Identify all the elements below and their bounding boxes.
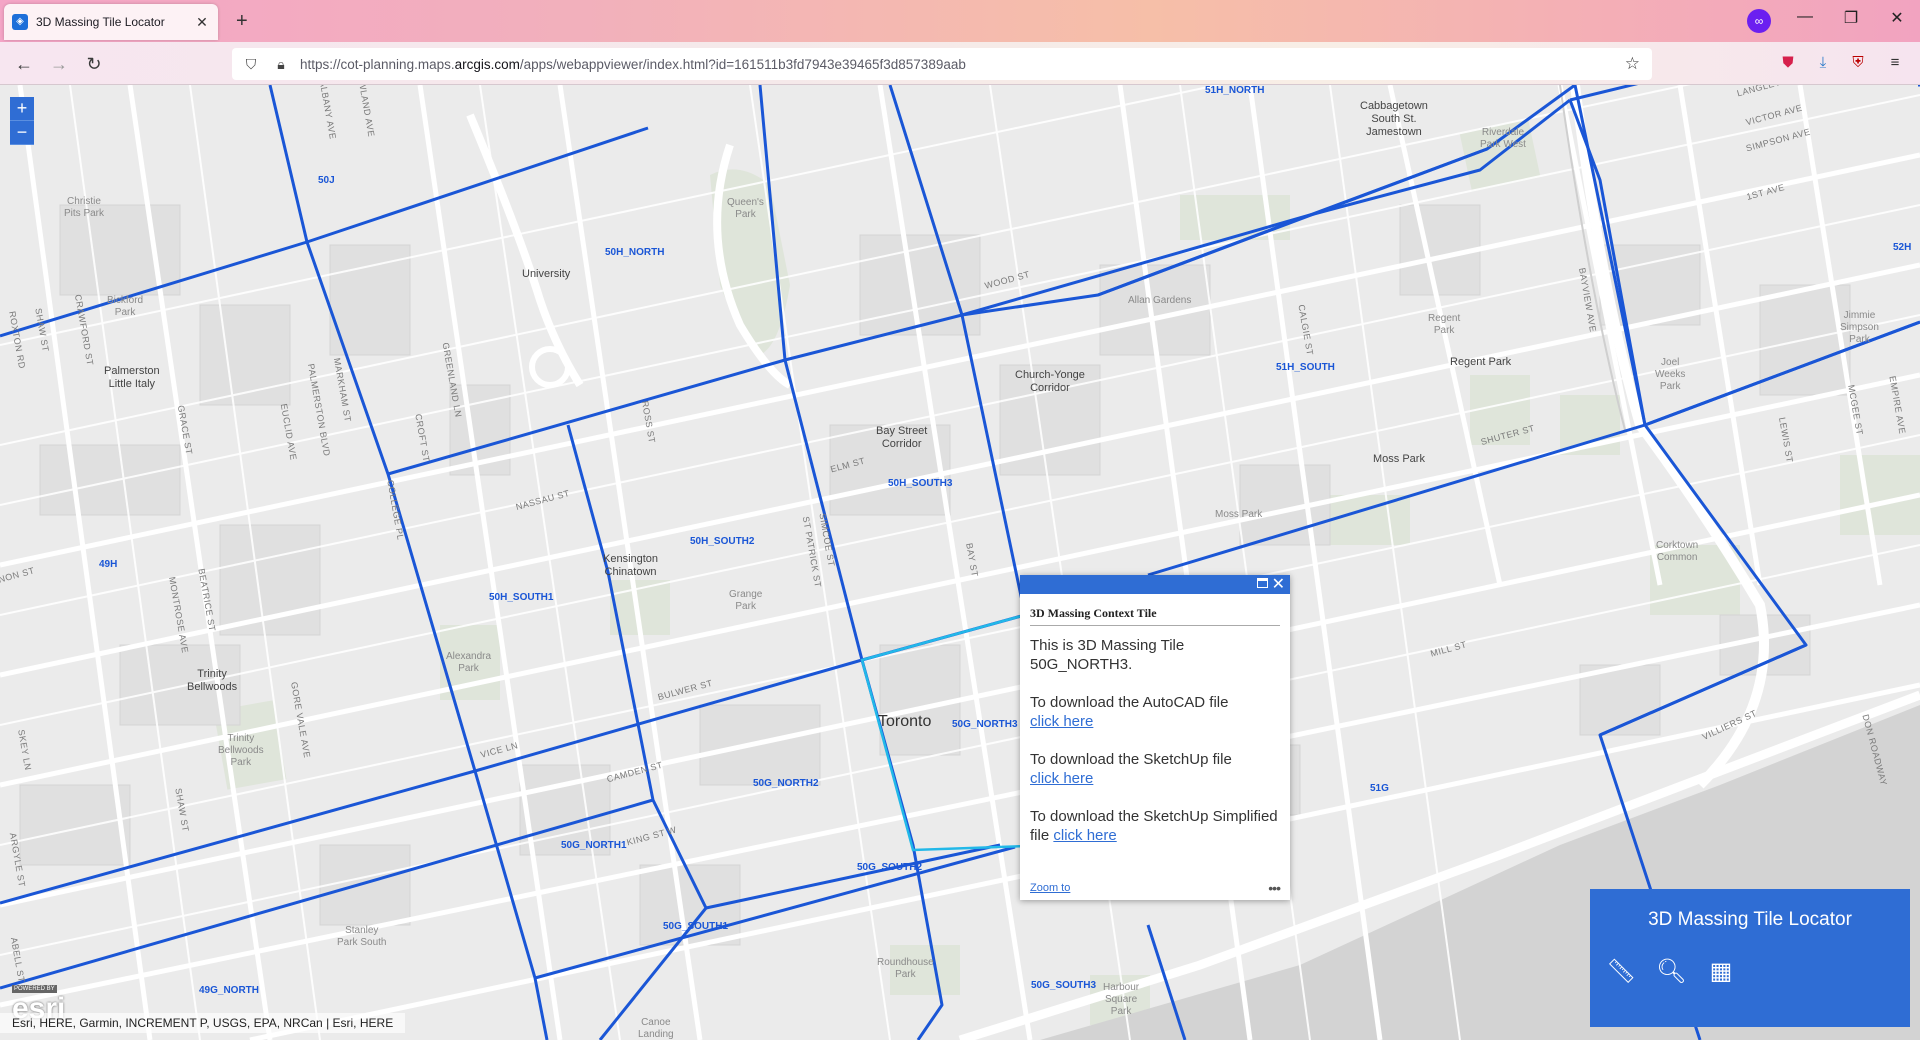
favicon-icon: ◈ — [12, 14, 28, 30]
place-label: Kensington Chinatown — [603, 553, 659, 578]
place-label: Palmerston Little Italy — [104, 365, 160, 390]
popup-body: This is 3D Massing Tile 50G_NORTH3. To d… — [1030, 636, 1280, 845]
tile-label: 51H_NORTH — [1205, 85, 1265, 96]
park-label: Canoe Landing — [638, 1017, 674, 1040]
tile-label: 52H — [1893, 242, 1912, 253]
zoom-control: + − — [10, 97, 34, 145]
park-label: Alexandra Park — [446, 651, 492, 674]
zoom-to-link[interactable]: Zoom to — [1030, 882, 1070, 894]
popup-autocad: To download the AutoCAD file click here — [1030, 694, 1229, 730]
park-label: Joel Weeks Park — [1655, 357, 1686, 392]
tile-label: 50H_SOUTH2 — [690, 536, 755, 547]
download-icon[interactable]: ⤓ — [1812, 54, 1834, 74]
park-label: Regent Park — [1428, 313, 1461, 336]
place-label: Regent Park — [1450, 356, 1512, 368]
private-browsing-icon: ∞ — [1747, 9, 1771, 33]
more-options-icon[interactable]: ••• — [1268, 880, 1281, 896]
tile-label: 51G — [1370, 783, 1389, 794]
park-label: Christie Pits Park — [64, 196, 105, 219]
tab-close-icon[interactable]: ✕ — [194, 14, 210, 31]
city-label: Toronto — [878, 713, 932, 730]
panel-title: 3D Massing Tile Locator — [1648, 909, 1852, 930]
tile-label: 50G_NORTH1 — [561, 840, 627, 851]
autocad-download-link[interactable]: click here — [1030, 713, 1093, 730]
park-label: Bickford Park — [107, 295, 144, 318]
park-label: Queen's Park — [727, 197, 764, 220]
url-bar[interactable]: ⛉ 🔒︎ https://cot-planning.maps.arcgis.co… — [232, 48, 1652, 80]
popup-header: ✕ — [1020, 575, 1290, 594]
measure-icon[interactable]: 📏︎ — [1606, 957, 1636, 987]
maximize-icon[interactable] — [1257, 578, 1268, 588]
browser-nav-bar: ← → ↻ ⛉ 🔒︎ https://cot-planning.maps.arc… — [0, 42, 1920, 85]
tab-title: 3D Massing Tile Locator — [36, 15, 165, 29]
map-attribution: Esri, HERE, Garmin, INCREMENT P, USGS, E… — [0, 1013, 406, 1033]
tile-label: 50G_SOUTH3 — [1031, 980, 1097, 991]
park-label: Moss Park — [1215, 509, 1263, 520]
place-label: Trinity Bellwoods — [187, 668, 238, 693]
sketchup-download-link[interactable]: click here — [1030, 770, 1093, 787]
place-label: Moss Park — [1373, 453, 1425, 465]
tile-label: 50H_SOUTH3 — [888, 478, 953, 489]
back-icon[interactable]: ← — [10, 51, 38, 77]
popup-title: 3D Massing Context Tile — [1030, 606, 1280, 626]
popup-intro: This is 3D Massing Tile 50G_NORTH3. — [1030, 637, 1185, 673]
info-popup: ✕ 3D Massing Context Tile This is 3D Mas… — [1020, 575, 1290, 900]
pocket-icon[interactable]: ⛊ — [1777, 54, 1799, 74]
place-label: Cabbagetown South St. Jamestown — [1360, 100, 1428, 138]
tile-label: 50G_SOUTH2 — [857, 862, 923, 873]
ublock-icon[interactable]: ⛨ — [1847, 54, 1869, 74]
tile-label: 50G_SOUTH1 — [663, 921, 729, 932]
park-label: Roundhouse Park — [877, 957, 934, 980]
tile-label: 50G_NORTH2 — [753, 778, 819, 789]
reload-icon[interactable]: ↻ — [80, 51, 108, 77]
tile-label: 50G_NORTH3 — [952, 719, 1018, 730]
close-window-button[interactable]: ✕ — [1874, 8, 1920, 28]
tile-label: 51H_SOUTH — [1276, 362, 1335, 373]
star-icon[interactable]: ☆ — [1625, 54, 1640, 74]
place-label: University — [522, 268, 571, 280]
park-label: Grange Park — [729, 589, 763, 612]
browser-tab[interactable]: ◈ 3D Massing Tile Locator ✕ — [4, 4, 218, 40]
shield-icon[interactable]: ⛉ — [240, 56, 262, 73]
search-icon[interactable]: 🔍︎ — [1656, 957, 1686, 987]
zoom-in-button[interactable]: + — [10, 97, 34, 121]
sketchup-simplified-download-link[interactable]: click here — [1053, 827, 1116, 844]
popup-sketchup-simplified: To download the SketchUp Simplified file… — [1030, 808, 1278, 844]
tile-label: 50H_NORTH — [605, 247, 665, 258]
tile-label: 49G_NORTH — [199, 985, 260, 996]
place-label: Church-Yonge Corridor — [1015, 369, 1085, 394]
park-label: Allan Gardens — [1128, 295, 1192, 306]
park-label: Corktown Common — [1656, 540, 1699, 563]
restore-button[interactable]: ❐ — [1828, 8, 1874, 28]
minimize-button[interactable]: — — [1782, 8, 1828, 26]
tile-label: 50J — [318, 175, 335, 186]
menu-icon[interactable]: ≡ — [1884, 54, 1906, 74]
park-label: Jimmie Simpson Park — [1840, 310, 1879, 345]
park-label: Riverdale Park West — [1480, 127, 1526, 150]
place-label: Bay Street Corridor — [876, 425, 928, 450]
tile-label: 50H_SOUTH1 — [489, 592, 554, 603]
url-text: https://cot-planning.maps.arcgis.com/app… — [300, 56, 966, 72]
tile-label: 49H — [99, 559, 118, 570]
tile-locator-panel: 3D Massing Tile Locator 📏︎ 🔍︎ ▦ — [1590, 889, 1910, 1027]
close-icon[interactable]: ✕ — [1272, 574, 1285, 594]
grid-icon[interactable]: ▦ — [1706, 957, 1736, 987]
park-label: Stanley Park South — [337, 925, 387, 948]
park-label: Harbour Square Park — [1103, 982, 1140, 1017]
new-tab-button[interactable]: + — [236, 10, 256, 33]
popup-sketchup: To download the SketchUp file click here — [1030, 751, 1232, 787]
forward-icon[interactable]: → — [45, 51, 73, 77]
map-view[interactable]: + − 51H_NORTH 50J 50H_NORTH 51H_SOUTH 50… — [0, 85, 1920, 1040]
browser-tab-bar: ◈ 3D Massing Tile Locator ✕ + ∞ — ❐ ✕ — [0, 0, 1920, 42]
park-label: Trinity Bellwoods Park — [218, 733, 264, 768]
zoom-out-button[interactable]: − — [10, 121, 34, 145]
lock-icon[interactable]: 🔒︎ — [270, 56, 292, 73]
